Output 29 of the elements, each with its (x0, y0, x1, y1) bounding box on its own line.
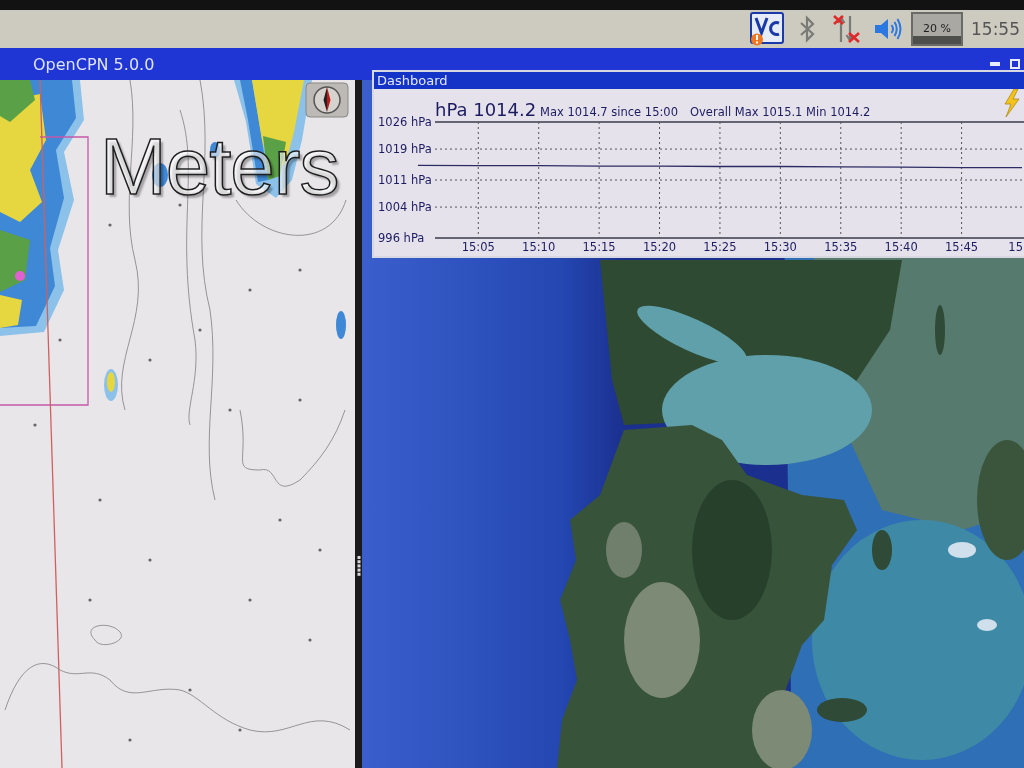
x-axis-label: 15:20 (642, 240, 677, 254)
y-axis-label: 1026 hPa (378, 115, 432, 129)
y-axis-label: 1011 hPa (378, 173, 432, 187)
dashboard-title: Dashboard (374, 72, 1024, 89)
y-axis-label: 1019 hPa (378, 142, 432, 157)
x-axis-label: 15:45 (945, 240, 979, 254)
x-axis-label: 15:30 (763, 240, 797, 254)
x-axis-label: 15:35 (824, 240, 858, 254)
grip-handle-icon[interactable] (356, 555, 361, 577)
lightning-icon[interactable] (1003, 89, 1021, 117)
tray-app-icon[interactable] (749, 12, 785, 46)
x-axis-label: 15 (1008, 240, 1023, 254)
y-axis-label: 996 hPa (378, 231, 425, 245)
clock: 15:55 (971, 19, 1020, 39)
window-title: OpenCPN 5.0.0 (33, 54, 155, 74)
y-axis-label: 1004 hPa (378, 200, 432, 215)
volume-icon[interactable] (873, 17, 903, 41)
maximize-icon[interactable] (1010, 59, 1020, 69)
compass-icon[interactable] (305, 82, 349, 118)
stats-text: Max 1014.7 since 15:00 (540, 105, 678, 119)
x-axis-label: 15:15 (582, 240, 616, 254)
stats-text: Overall Max 1015.1 Min 1014.2 (690, 105, 871, 119)
x-axis-label: 15:25 (703, 240, 737, 254)
x-axis-label: 15:10 (522, 240, 556, 254)
x-axis-label: 15:40 (884, 240, 918, 254)
cpu-usage-meter: 20 % (911, 12, 963, 46)
x-axis-label: 15:05 (461, 240, 495, 254)
network-icon[interactable] (831, 14, 861, 44)
pressure-reading: hPa 1014.2 (435, 99, 537, 120)
